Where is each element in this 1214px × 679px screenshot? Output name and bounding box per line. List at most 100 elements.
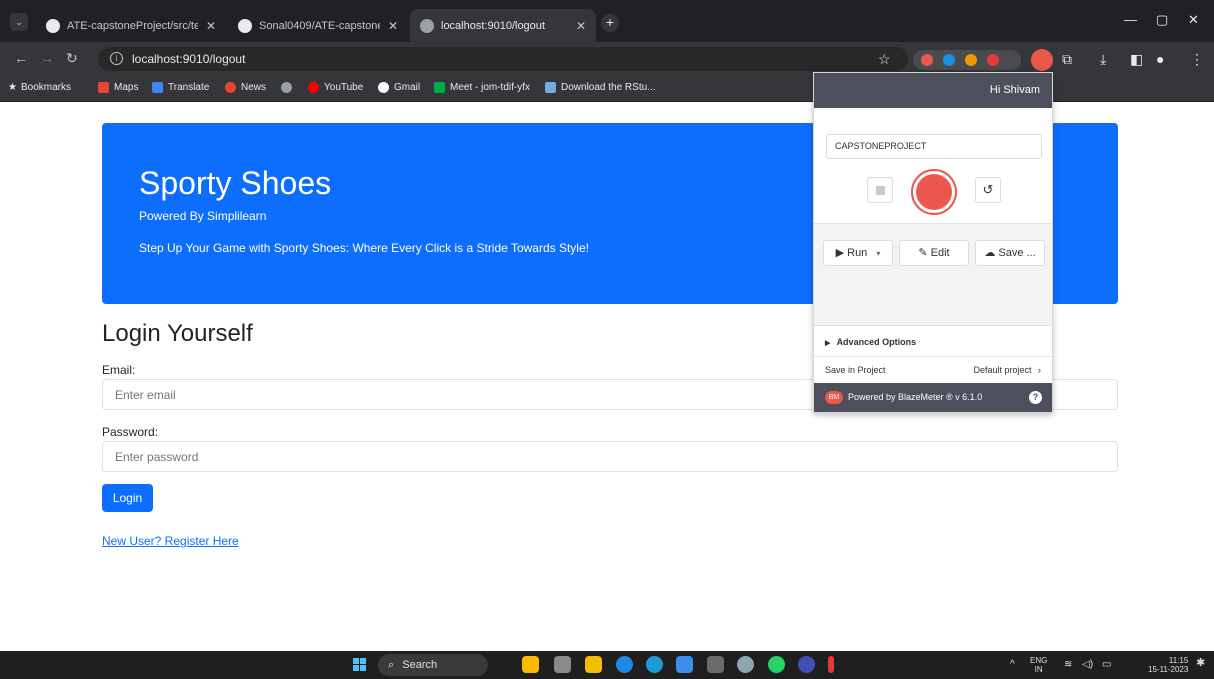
volume-icon[interactable]: ◁) [1082,660,1093,670]
bookmark-item[interactable]: Download the RStu... [545,82,656,93]
advanced-options-toggle[interactable]: ▶ Advanced Options [814,329,1052,355]
profile-avatar-icon[interactable]: ● [1156,51,1164,67]
restore-icon[interactable]: ▢ [1156,12,1168,28]
tab-github-test[interactable]: ATE-capstoneProject/src/test/ja ✕ [36,9,226,42]
bookmark-item[interactable]: News [225,82,266,93]
google-icon [378,82,389,93]
user-greeting: Hi Shivam [989,84,1040,96]
chrome-icon[interactable] [616,656,633,673]
app-icon[interactable] [828,656,834,673]
wifi-icon[interactable]: ≋ [1064,660,1072,670]
minimize-icon[interactable]: — [1124,12,1137,27]
address-bar[interactable]: i localhost:9010/logout [98,47,908,71]
back-icon[interactable]: ← [14,50,28,66]
bookmark-item[interactable]: Translate [152,82,209,93]
app-icon[interactable] [798,656,815,673]
maps-icon [98,82,109,93]
extension-icon[interactable] [965,54,977,66]
settings-gear-icon[interactable] [737,656,754,673]
file-explorer-icon[interactable] [585,656,602,673]
password-field[interactable] [102,441,1118,472]
new-tab-button[interactable]: + [601,14,619,32]
save-button[interactable]: ☁ Save ... [975,240,1045,266]
register-link[interactable]: New User? Register Here [102,534,239,548]
terminal-icon[interactable] [707,656,724,673]
chevron-down-icon[interactable]: ▾ [876,249,880,258]
globe-icon [281,82,292,93]
translate-icon [152,82,163,93]
reset-recording-button[interactable]: ↺ [975,177,1001,203]
project-selector[interactable]: Default project › [973,357,1041,383]
star-icon: ★ [8,82,17,93]
close-tab-icon[interactable]: ✕ [388,19,398,33]
bookmark-item[interactable]: YouTube [308,82,363,93]
whatsapp-icon[interactable] [768,656,785,673]
notification-icon[interactable]: ✱ [1196,658,1205,669]
blazemeter-popup: Hi Shivam CAPSTONEPROJECT ↺ ▶ Run ▾ ✎ Ed… [813,72,1053,413]
record-icon [916,174,952,210]
language-indicator[interactable]: ENG IN [1030,656,1047,674]
help-icon[interactable]: ? [1029,391,1042,404]
close-window-icon[interactable]: ✕ [1188,12,1199,28]
reload-icon[interactable]: ↻ [66,50,78,67]
bookmark-item[interactable]: Gmail [378,82,420,93]
browser-toolbar: ← → ↻ i localhost:9010/logout ☆ ⧉ ⤓ ◧ ● … [0,42,1214,76]
meet-icon [434,82,445,93]
tab-localhost-logout[interactable]: localhost:9010/logout ✕ [410,9,596,42]
record-button[interactable] [911,169,957,215]
close-tab-icon[interactable]: ✕ [206,19,216,33]
cloud-icon: ☁ [984,247,996,259]
download-icon[interactable]: ⤓ [1100,51,1106,68]
vscode-icon[interactable] [676,656,693,673]
bookmark-item[interactable]: ★ Bookmarks [8,82,71,93]
rstudio-icon [545,82,556,93]
close-tab-icon[interactable]: ✕ [576,19,586,33]
stop-icon [876,186,885,195]
bookmark-item[interactable]: Meet - jom-tdif-yfx [434,82,530,93]
extension-icon[interactable] [943,54,955,66]
url-text: localhost:9010/logout [132,52,246,66]
github-icon [238,18,252,33]
extensions-group [913,50,1021,70]
password-label: Password: [102,425,159,439]
test-name-input[interactable]: CAPSTONEPROJECT [826,134,1042,159]
bookmark-star-icon[interactable]: ☆ [878,51,891,68]
show-hidden-icons-icon[interactable]: ^ [1010,660,1015,670]
popup-footer: BM Powered by BlazeMeter ® v 6.1.0 ? [814,383,1052,412]
edit-button[interactable]: ✎ Edit [899,240,969,266]
app-icon[interactable] [522,656,539,673]
login-button[interactable]: Login [102,484,153,512]
side-panel-icon[interactable]: ◧ [1130,51,1143,68]
run-button[interactable]: ▶ Run ▾ [823,240,893,266]
extensions-puzzle-icon[interactable]: ⧉ [1062,51,1072,68]
site-info-icon[interactable]: i [110,52,123,65]
windows-start-icon[interactable] [353,658,367,672]
blazemeter-extension-icon[interactable] [1031,49,1053,71]
extension-icon[interactable] [987,54,999,66]
play-icon: ▶ [835,247,845,259]
pencil-icon: ✎ [918,247,928,259]
login-heading: Login Yourself [102,320,253,347]
taskbar-search[interactable]: ⌕ Search [378,654,488,676]
tab-search-button[interactable]: ⌄ [10,13,28,31]
site-tagline: Step Up Your Game with Sporty Shoes: Whe… [139,241,589,255]
save-in-project-row[interactable]: Save in Project Default project › [814,356,1052,382]
search-icon: ⌕ [388,659,395,671]
tab-github-repo[interactable]: Sonal0409/ATE-capstoneProject ✕ [228,9,408,42]
tab-title: localhost:9010/logout [441,19,545,32]
github-icon [46,18,60,33]
bookmark-item[interactable]: Maps [98,82,138,93]
forward-icon[interactable]: → [40,50,54,66]
bookmark-item[interactable] [281,82,297,93]
menu-kebab-icon[interactable]: ⋮ [1190,51,1204,68]
youtube-icon [308,82,319,93]
save-in-project-label: Save in Project [825,365,886,375]
stop-recording-button[interactable] [867,177,893,203]
battery-icon[interactable]: ▭ [1102,660,1111,670]
browser-tabstrip: ⌄ ATE-capstoneProject/src/test/ja ✕ Sona… [0,0,1214,42]
edge-icon[interactable] [646,656,663,673]
shield-extension-icon[interactable] [921,54,933,66]
system-clock[interactable]: 11:15 15-11-2023 [1148,656,1188,674]
footer-version: Powered by BlazeMeter ® v 6.1.0 [848,392,983,402]
task-view-icon[interactable] [554,656,571,673]
